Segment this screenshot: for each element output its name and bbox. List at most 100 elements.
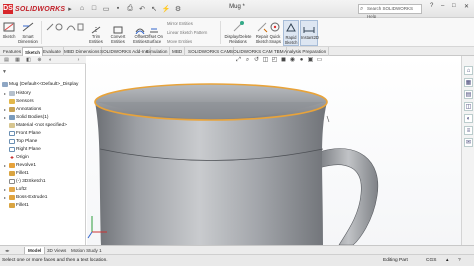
tree-item-origin[interactable]: Origin	[4, 154, 29, 161]
feature-manager-tab-icon[interactable]: ▤	[2, 57, 11, 63]
custom-properties-icon[interactable]: ≡	[464, 126, 473, 135]
move-entities-button[interactable]: Move Entities	[167, 39, 192, 44]
tab-features[interactable]: Features	[1, 47, 25, 56]
tab-sketch[interactable]: Sketch	[22, 47, 44, 56]
tree-item-top-plane[interactable]: Top Plane	[4, 138, 37, 145]
tree-item-label: Solid Bodies(1)	[16, 115, 49, 120]
status-message: Select one or more faces and then a text…	[2, 258, 108, 263]
relations-label: Display/Delete Relations	[224, 34, 252, 44]
appearances-icon[interactable]: ◐	[464, 114, 473, 123]
file-explorer-icon[interactable]: ▤	[464, 90, 473, 99]
scene-icon[interactable]: ▣	[307, 57, 314, 64]
solidworks-resources-icon[interactable]: ⌂	[464, 66, 473, 75]
instant2d-label: Instant2D	[301, 35, 319, 40]
tree-root[interactable]: Mug (Default<<Default>_Display	[2, 81, 78, 88]
linear-sketch-pattern-button[interactable]: Linear Sketch Pattern	[167, 30, 207, 35]
sensors-icon	[9, 99, 15, 104]
display-style-icon[interactable]: ◼	[280, 57, 287, 64]
convert-icon	[113, 26, 123, 34]
minimize-button[interactable]: –	[441, 3, 444, 9]
tab-solidworks-cam-tbm[interactable]: SOLIDWORKS CAM TBM	[228, 47, 287, 56]
dimxpert-tab-icon[interactable]: ⊕	[35, 57, 44, 63]
appearance-icon[interactable]: ●	[298, 57, 305, 64]
tab-analysis-preparation[interactable]: Analysis Preparation	[282, 47, 330, 56]
quick-snaps-button[interactable]: Quick Snaps	[266, 20, 284, 46]
rapid-sketch-button[interactable]: Rapid Sketch	[283, 20, 299, 46]
units-selector[interactable]: CGS	[426, 258, 436, 263]
rapid-sketch-label: Rapid Sketch	[284, 35, 298, 45]
tree-item-label: Boss-Extrude1	[16, 195, 48, 200]
command-tabs: Features Sketch Evaluate MBD Dimensions …	[0, 47, 474, 56]
tree-item-label: Top Plane	[16, 139, 38, 144]
mug-model[interactable]	[87, 56, 461, 245]
extrude-icon	[9, 195, 15, 200]
tree-item-right-plane[interactable]: Right Plane	[4, 146, 41, 153]
zoom-area-icon[interactable]: ⌕	[244, 57, 251, 64]
smart-dimension-button[interactable]: Smart Dimension	[17, 20, 39, 46]
close-button[interactable]: ✕	[464, 3, 469, 10]
property-manager-tab-icon[interactable]: ▦	[13, 57, 22, 63]
part-icon	[2, 82, 8, 87]
fillet-icon	[9, 171, 15, 176]
plane-icon	[9, 147, 15, 152]
quick-snaps-icon	[270, 22, 280, 32]
title-bar: DS SOLIDWORKS ▸ ⌂ □ ▭ ▪ ⎙ ↶ ↖ ⚡ ⚙ Mug * …	[0, 0, 474, 19]
convert-label: Convert Entities	[110, 34, 126, 44]
tree-item-material[interactable]: Material <not specified>	[4, 122, 67, 129]
mirror-entities-button[interactable]: Mirror Entities	[167, 21, 193, 26]
tab-mbd-dimensions[interactable]: MBD Dimensions	[62, 47, 103, 56]
fillet-icon	[9, 203, 15, 208]
graphics-area[interactable]	[87, 56, 461, 245]
zoom-to-fit-icon[interactable]: ⤢	[235, 57, 242, 64]
mug-body[interactable]	[95, 102, 327, 245]
sketch-tools-icon[interactable]	[45, 22, 85, 32]
display-manager-tab-icon[interactable]: ◐	[46, 57, 55, 63]
material-icon	[9, 123, 15, 128]
tab-evaluate[interactable]: Evaluate	[41, 47, 64, 56]
ribbon-separator	[41, 21, 42, 44]
tree-item-boss-extrude1[interactable]: ▸ Boss-Extrude1	[4, 194, 47, 201]
tab-mbd[interactable]: MBD	[170, 47, 186, 56]
view-orientation-icon[interactable]: ◰	[271, 57, 278, 64]
view-palette-icon[interactable]: ◫	[464, 102, 473, 111]
units-dropdown-icon[interactable]: ▴	[446, 258, 448, 263]
tree-item-fillet1-second[interactable]: Fillet1	[4, 202, 29, 209]
filter-icon[interactable]: ▼	[2, 69, 7, 76]
help-icon[interactable]: ?	[430, 3, 433, 9]
tree-item-3dsketch1[interactable]: (-) 3DSketch1	[4, 178, 46, 185]
display-delete-relations-button[interactable]: Display/Delete Relations	[223, 20, 253, 46]
search-input[interactable]: ⌕ Search SOLIDWORKS Help	[358, 4, 422, 19]
trim-icon	[91, 26, 101, 34]
maximize-button[interactable]: □	[452, 3, 456, 9]
feature-manager-tree: ▼ Mug (Default<<Default>_Display ▸ Histor…	[0, 64, 86, 245]
annotations-icon	[9, 107, 15, 112]
previous-view-icon[interactable]: ↺	[253, 57, 260, 64]
tree-item-label: (-) 3DSketch1	[16, 179, 46, 184]
command-manager: Sketch Smart Dimension Trim Entities Con…	[0, 18, 474, 47]
tree-item-loft2[interactable]: ▸ Loft2	[4, 186, 27, 193]
instant2d-button[interactable]: Instant2D	[300, 20, 319, 46]
tree-item-front-plane[interactable]: Front Plane	[4, 130, 41, 137]
view-settings-icon[interactable]: ▭	[316, 57, 323, 64]
tree-item-fillet1[interactable]: Fillet1	[4, 170, 29, 177]
sketch-button[interactable]: Sketch	[2, 20, 16, 46]
tree-item-sensors[interactable]: Sensors	[4, 98, 34, 105]
sketch-label: Sketch	[2, 34, 16, 39]
tree-item-solid-bodies[interactable]: ▸ Solid Bodies(1)	[4, 114, 49, 121]
tree-item-label: Sensors	[16, 99, 34, 104]
tree-item-revolve1[interactable]: ▸ Revolve1	[4, 162, 36, 169]
hide-show-icon[interactable]: ◉	[289, 57, 296, 64]
tab-simulation[interactable]: Simulation	[144, 47, 171, 56]
configuration-manager-tab-icon[interactable]: ◧	[24, 57, 33, 63]
help-status-icon[interactable]: ?	[458, 258, 461, 263]
mug-handle[interactable]	[318, 148, 379, 245]
design-library-icon[interactable]: ▦	[464, 78, 473, 87]
3d-sketch-icon	[9, 179, 15, 184]
forum-icon[interactable]: ✉	[464, 138, 473, 147]
tab-solidworks-cam[interactable]: SOLIDWORKS CAM	[186, 47, 234, 56]
section-view-icon[interactable]: ◫	[262, 57, 269, 64]
tree-item-annotations[interactable]: ▸ Annotations	[4, 106, 41, 113]
panel-expand-icon[interactable]: ›	[74, 57, 83, 63]
tree-item-history[interactable]: ▸ History	[4, 90, 31, 97]
tree-item-label: Loft2	[16, 187, 27, 192]
